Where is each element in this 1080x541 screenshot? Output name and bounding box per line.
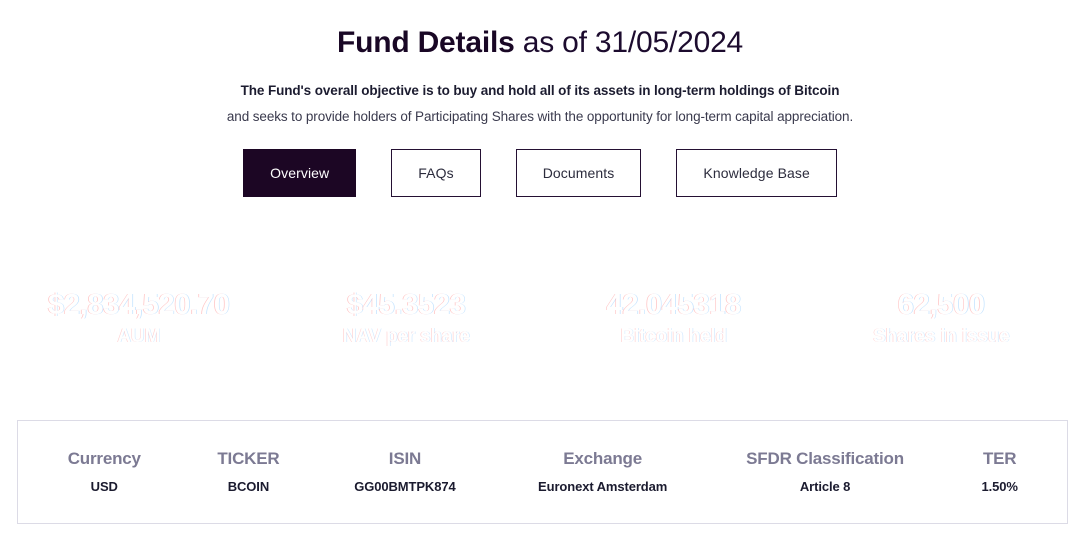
page-title-rest: as of 31/05/2024	[515, 26, 743, 59]
subtitle-block: The Fund's overall objective is to buy a…	[0, 81, 1080, 127]
stat-value-nav-per-share: $45.3523	[347, 288, 466, 322]
info-column-isin: ISIN GG00BMTPK874	[314, 448, 495, 496]
tab-documents[interactable]: Documents	[516, 149, 642, 197]
info-header-exchange: Exchange	[496, 448, 710, 470]
tab-bar: Overview FAQs Documents Knowledge Base	[0, 149, 1080, 197]
stat-card-nav-per-share: $45.3523 NAV per share	[285, 259, 529, 377]
fund-details-page: Fund Details as of 31/05/2024 The Fund's…	[0, 0, 1080, 541]
tab-knowledge-base[interactable]: Knowledge Base	[676, 149, 836, 197]
info-header-isin: ISIN	[314, 448, 495, 470]
page-title-strong: Fund Details	[337, 26, 515, 59]
stats-banner: $2,834,520.70 AUM $45.3523 NAV per share…	[0, 241, 1080, 395]
stat-label-aum: AUM	[117, 325, 160, 349]
stat-value-bitcoin-held: 42.045318	[607, 288, 741, 322]
info-value-isin: GG00BMTPK874	[314, 478, 495, 496]
stat-value-shares-in-issue: 62,500	[898, 288, 985, 322]
info-column-currency: Currency USD	[26, 448, 183, 496]
info-column-sfdr-classification: SFDR Classification Article 8	[710, 448, 941, 496]
stat-label-nav-per-share: NAV per share	[343, 325, 470, 349]
info-column-exchange: Exchange Euronext Amsterdam	[496, 448, 710, 496]
info-header-ticker: TICKER	[183, 448, 315, 470]
stat-card-bitcoin-held: 42.045318 Bitcoin held	[552, 259, 796, 377]
info-header-currency: Currency	[26, 448, 183, 470]
info-value-ticker: BCOIN	[183, 478, 315, 496]
tab-overview[interactable]: Overview	[243, 149, 356, 197]
info-value-currency: USD	[26, 478, 183, 496]
stat-card-aum: $2,834,520.70 AUM	[17, 259, 261, 377]
info-column-ticker: TICKER BCOIN	[183, 448, 315, 496]
info-header-ter: TER	[940, 448, 1059, 470]
page-title: Fund Details as of 31/05/2024	[0, 24, 1080, 62]
info-value-sfdr-classification: Article 8	[710, 478, 941, 496]
stat-label-bitcoin-held: Bitcoin held	[621, 325, 727, 349]
stat-label-shares-in-issue: Shares in issue	[873, 325, 1009, 349]
fund-info-card: Currency USD TICKER BCOIN ISIN GG00BMTPK…	[17, 420, 1068, 524]
subtitle-line-1: The Fund's overall objective is to buy a…	[0, 81, 1080, 101]
info-value-ter: 1.50%	[940, 478, 1059, 496]
info-value-exchange: Euronext Amsterdam	[496, 478, 710, 496]
stats-row: $2,834,520.70 AUM $45.3523 NAV per share…	[0, 241, 1080, 395]
info-header-sfdr-classification: SFDR Classification	[710, 448, 941, 470]
page-header: Fund Details as of 31/05/2024 The Fund's…	[0, 0, 1080, 197]
info-column-ter: TER 1.50%	[940, 448, 1059, 496]
tab-faqs[interactable]: FAQs	[391, 149, 480, 197]
subtitle-line-2: and seeks to provide holders of Particip…	[0, 107, 1080, 127]
stat-card-shares-in-issue: 62,500 Shares in issue	[820, 259, 1064, 377]
stat-value-aum: $2,834,520.70	[48, 288, 230, 322]
